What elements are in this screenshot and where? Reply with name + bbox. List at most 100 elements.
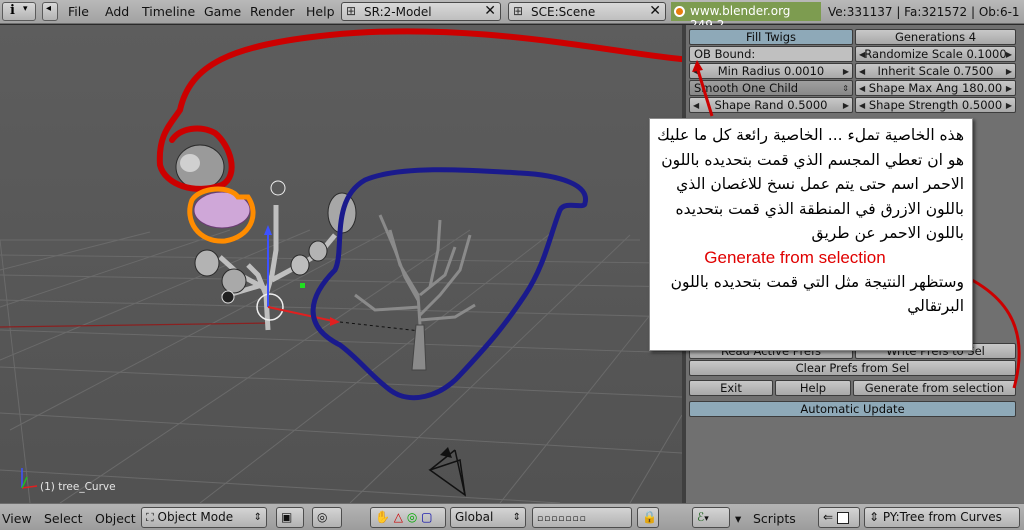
scene-selector[interactable]: ⊞ SCE:Scene ✕: [508, 2, 666, 21]
decrement-icon[interactable]: ◀: [693, 64, 699, 78]
layer-buttons[interactable]: ▫▫▫▫▫▫▫: [532, 507, 632, 528]
layers-icon: ▫▫▫▫▫▫▫: [537, 514, 587, 524]
collapse-menus-button[interactable]: ◂: [42, 2, 58, 21]
menu-timeline[interactable]: Timeline: [142, 4, 195, 19]
shape-rand-label: Shape Rand 0.5000: [714, 98, 828, 112]
automatic-update-toggle[interactable]: Automatic Update: [689, 401, 1016, 417]
script-selector[interactable]: ⇕ PY:Tree from Curves: [864, 507, 1020, 528]
screen-name: SR:2-Model: [364, 5, 432, 19]
randomize-scale-field[interactable]: ◀ Randomize Scale 0.1000 ▶: [855, 46, 1016, 62]
shape-max-ang-field[interactable]: ◀ Shape Max Ang 180.00 ▶: [855, 80, 1016, 96]
info-window-type-button[interactable]: i ▾: [2, 2, 36, 21]
generate-from-selection-button[interactable]: Generate from selection: [853, 380, 1016, 396]
menu-object[interactable]: Object: [95, 511, 136, 526]
orientation-label: Global: [455, 510, 494, 524]
min-radius-label: Min Radius 0.0010: [717, 64, 825, 78]
scene-browse-icon[interactable]: ⊞: [513, 4, 523, 18]
shape-rand-field[interactable]: ◀ Shape Rand 0.5000 ▶: [689, 97, 853, 113]
mode-label: Object Mode: [157, 510, 234, 524]
chevron-down-icon: ▾: [704, 514, 709, 524]
min-radius-field[interactable]: ◀ Min Radius 0.0010 ▶: [689, 63, 853, 79]
script-browse-icon[interactable]: ⇕: [869, 510, 879, 524]
generations-label: Generations 4: [894, 30, 977, 44]
decrement-icon[interactable]: ◀: [859, 98, 865, 112]
increment-icon[interactable]: ▶: [843, 64, 849, 78]
menu-file[interactable]: File: [68, 4, 89, 19]
manipulator-buttons[interactable]: ✋ △ ◎ ▢: [370, 507, 446, 528]
annotation-highlight: Generate from selection: [704, 247, 886, 267]
cube-icon: ▣: [281, 510, 293, 524]
rotate-icon[interactable]: ◎: [407, 510, 417, 524]
menu-select[interactable]: Select: [44, 511, 83, 526]
help-button[interactable]: Help: [775, 380, 851, 396]
chevron-updown-icon: ⇕: [512, 512, 521, 523]
scene-stats: Ve:331137 | Fa:321572 | Ob:6-1: [828, 5, 1020, 19]
close-icon[interactable]: ✕: [649, 3, 661, 19]
lock-button[interactable]: 🔒: [637, 507, 659, 528]
exit-button[interactable]: Exit: [689, 380, 773, 396]
shape-strength-field[interactable]: ◀ Shape Strength 0.5000 ▶: [855, 97, 1016, 113]
chevron-updown-icon: ⇕: [253, 512, 262, 523]
scene-name: SCE:Scene: [531, 5, 596, 19]
info-icon: i: [10, 3, 15, 18]
increment-icon[interactable]: ▶: [1006, 47, 1012, 61]
red-selection-outline: [156, 28, 682, 192]
screen-browse-icon[interactable]: ⊞: [346, 4, 356, 18]
menu-help[interactable]: Help: [306, 4, 335, 19]
script-nav-buttons[interactable]: ⇐: [818, 507, 860, 528]
chevron-updown-icon: ⇕: [842, 84, 849, 93]
object-mode-icon: ⛶: [146, 511, 154, 524]
randomize-scale-label: Randomize Scale 0.1000: [864, 47, 1007, 61]
ground-grid: [0, 229, 682, 503]
shape-strength-label: Shape Strength 0.5000: [868, 98, 1003, 112]
translate-icon[interactable]: △: [394, 510, 403, 524]
viewport-scene: [0, 28, 682, 503]
blender-url-bar: www.blender.org 249.2: [671, 2, 821, 32]
camera-object: [428, 447, 466, 497]
ob-bound-field[interactable]: OB Bound:: [689, 46, 853, 62]
shape-max-ang-label: Shape Max Ang 180.00: [868, 81, 1003, 95]
decrement-icon[interactable]: ◀: [693, 98, 699, 112]
decrement-icon[interactable]: ◀: [859, 81, 865, 95]
increment-icon[interactable]: ▶: [1006, 81, 1012, 95]
decrement-icon[interactable]: ◀: [859, 47, 865, 61]
pivot-button[interactable]: ◎: [312, 507, 342, 528]
inherit-scale-field[interactable]: ◀ Inherit Scale 0.7500 ▶: [855, 63, 1016, 79]
inherit-scale-label: Inherit Scale 0.7500: [877, 64, 994, 78]
hand-icon[interactable]: ✋: [375, 510, 390, 524]
smooth-one-child-label: Smooth One Child: [694, 81, 799, 95]
pivot-icon: ◎: [317, 510, 328, 524]
lock-icon: 🔒: [642, 510, 657, 524]
menu-game[interactable]: Game: [204, 4, 241, 19]
increment-icon[interactable]: ▶: [1006, 98, 1012, 112]
draw-type-button[interactable]: ▣: [276, 507, 304, 528]
annotation-text: هذه الخاصية تملء ... الخاصية رائعة كل ما…: [657, 126, 964, 242]
scale-icon[interactable]: ▢: [421, 510, 432, 524]
top-header: i ▾ ◂ File Add Timeline Game Render Help…: [0, 0, 1024, 32]
smooth-one-child-menu[interactable]: Smooth One Child ⇕: [689, 80, 853, 96]
generations-field[interactable]: Generations 4: [855, 29, 1016, 45]
annotation-note: هذه الخاصية تملء ... الخاصية رائعة كل ما…: [649, 118, 973, 351]
menu-add[interactable]: Add: [105, 4, 129, 19]
arrow-icon: ◂: [46, 3, 52, 14]
3d-viewport[interactable]: (1) tree_Curve: [0, 25, 682, 503]
close-icon[interactable]: ✕: [484, 3, 496, 19]
menu-render[interactable]: Render: [250, 4, 295, 19]
mode-selector[interactable]: ⛶ Object Mode ⇕: [141, 507, 267, 528]
chevron-down-icon: ▾: [23, 4, 28, 14]
fill-twigs-toggle[interactable]: Fill Twigs: [689, 29, 853, 45]
screen-selector[interactable]: ⊞ SR:2-Model ✕: [341, 2, 501, 21]
decrement-icon[interactable]: ◀: [859, 64, 865, 78]
increment-icon[interactable]: ▶: [1006, 64, 1012, 78]
active-object-label: (1) tree_Curve: [40, 481, 116, 493]
orientation-selector[interactable]: Global ⇕: [450, 507, 526, 528]
clear-prefs-from-sel-button[interactable]: Clear Prefs from Sel: [689, 360, 1016, 376]
script-box-icon[interactable]: [836, 511, 849, 524]
bottom-header: View Select Object ⛶ Object Mode ⇕ ▣ ◎ ✋…: [0, 503, 1024, 530]
increment-icon[interactable]: ▶: [843, 98, 849, 112]
menu-scripts[interactable]: Scripts: [753, 511, 796, 526]
script-name: PY:Tree from Curves: [882, 510, 1002, 524]
back-arrow-icon[interactable]: ⇐: [823, 510, 833, 524]
scripts-window-type-button[interactable]: ℰ▾: [692, 507, 730, 528]
menu-view[interactable]: View: [2, 511, 32, 526]
